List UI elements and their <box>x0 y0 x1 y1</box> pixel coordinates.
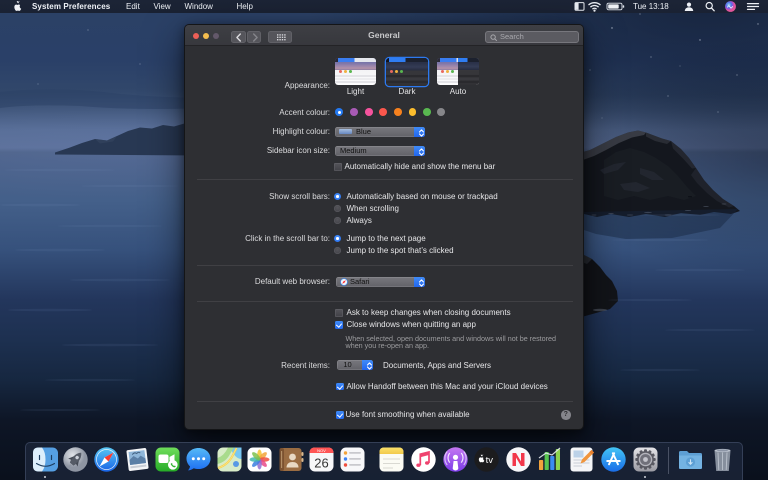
svg-text:tv: tv <box>486 455 494 466</box>
svg-text:NOV: NOV <box>317 448 326 453</box>
svg-text:26: 26 <box>314 456 328 471</box>
